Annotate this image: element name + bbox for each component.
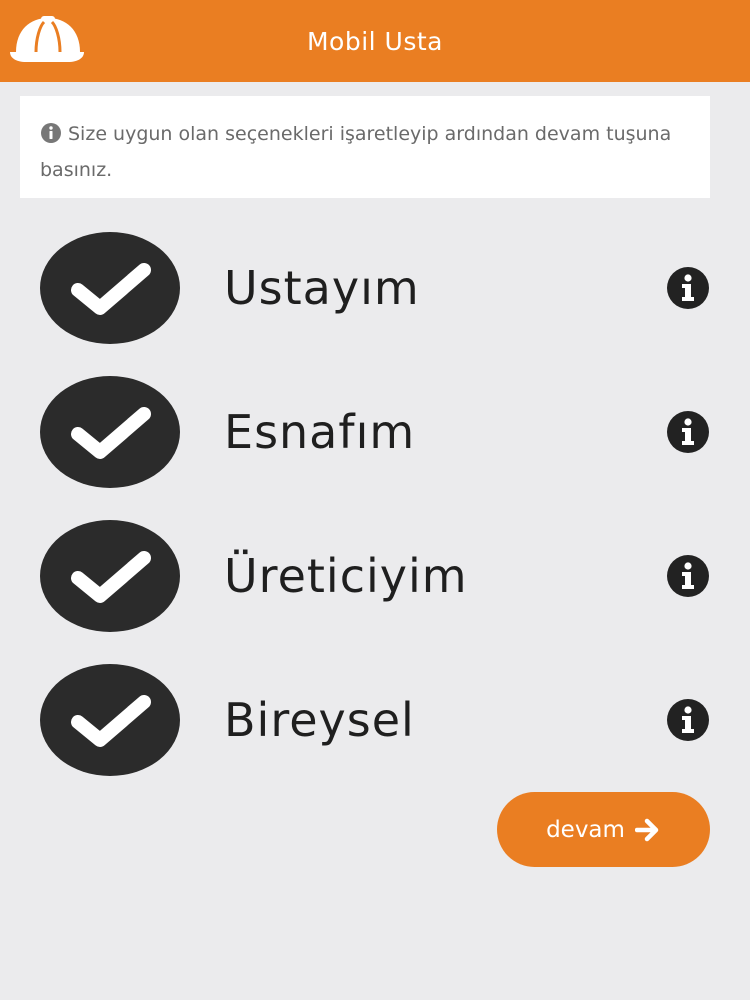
check-icon bbox=[71, 695, 151, 747]
option-esnafim[interactable]: Esnafım bbox=[40, 376, 720, 488]
check-icon bbox=[71, 551, 151, 603]
option-label: Esnafım bbox=[224, 405, 416, 459]
option-label: Ustayım bbox=[224, 261, 420, 315]
option-bireysel[interactable]: Bireysel bbox=[40, 664, 720, 776]
page-title: Mobil Usta bbox=[306, 26, 444, 56]
continue-button-label: devam bbox=[546, 816, 625, 843]
check-icon bbox=[71, 263, 151, 315]
option-checkbox[interactable] bbox=[40, 664, 180, 776]
info-icon[interactable] bbox=[666, 410, 710, 454]
app-header: Mobil Usta bbox=[0, 0, 750, 82]
check-icon bbox=[71, 407, 151, 459]
arrow-right-icon bbox=[634, 818, 659, 841]
option-checkbox[interactable] bbox=[40, 232, 180, 344]
info-icon[interactable] bbox=[666, 554, 710, 598]
continue-button[interactable]: devam bbox=[497, 792, 710, 867]
info-icon[interactable] bbox=[666, 266, 710, 310]
instruction-notice: Size uygun olan seçenekleri işaretleyip … bbox=[20, 96, 710, 198]
option-checkbox[interactable] bbox=[40, 520, 180, 632]
notice-text: Size uygun olan seçenekleri işaretleyip … bbox=[40, 123, 672, 181]
info-circle-icon bbox=[41, 123, 61, 143]
option-checkbox[interactable] bbox=[40, 376, 180, 488]
info-icon[interactable] bbox=[666, 698, 710, 742]
option-label: Üreticiyim bbox=[224, 549, 468, 603]
option-ustayim[interactable]: Ustayım bbox=[40, 232, 720, 344]
option-ureticiyim[interactable]: Üreticiyim bbox=[40, 520, 720, 632]
option-label: Bireysel bbox=[224, 693, 415, 747]
hard-hat-icon bbox=[10, 16, 84, 62]
